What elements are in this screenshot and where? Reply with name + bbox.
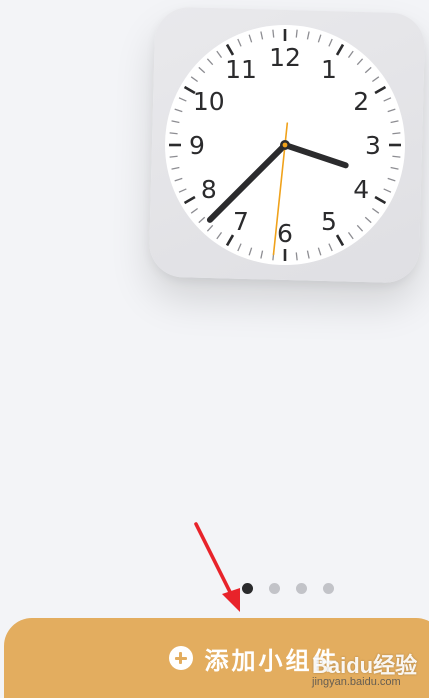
clock-numeral: 10 bbox=[193, 87, 225, 116]
clock-numeral: 2 bbox=[353, 87, 369, 116]
clock-numeral: 6 bbox=[277, 219, 293, 248]
clock-tick bbox=[272, 29, 275, 38]
watermark-url: jingyan.baidu.com bbox=[312, 676, 401, 688]
clock-tick bbox=[295, 252, 298, 261]
clock-numeral: 5 bbox=[321, 207, 337, 236]
clock-numeral: 9 bbox=[189, 131, 205, 160]
clock-numeral: 4 bbox=[353, 175, 369, 204]
clock-numeral: 8 bbox=[201, 175, 217, 204]
page-indicator[interactable] bbox=[242, 583, 334, 594]
clock-center-pin bbox=[282, 142, 288, 148]
page-dot[interactable] bbox=[242, 583, 253, 594]
page-dot[interactable] bbox=[269, 583, 280, 594]
clock-numeral: 3 bbox=[365, 131, 381, 160]
clock-numeral: 12 bbox=[269, 43, 301, 72]
plus-circle-icon bbox=[168, 646, 193, 670]
clock-tick bbox=[392, 132, 401, 135]
red-arrow-annotation bbox=[194, 522, 240, 612]
clock-numeral: 1 bbox=[321, 55, 337, 84]
page-dot[interactable] bbox=[323, 583, 334, 594]
clock-tick bbox=[295, 29, 298, 38]
clock-numeral: 7 bbox=[233, 207, 249, 236]
clock-numeral: 11 bbox=[225, 55, 257, 84]
clock-tick bbox=[169, 155, 178, 158]
analog-clock-face: 12 12 3 45678 9 1011 bbox=[165, 25, 405, 265]
page-dot[interactable] bbox=[296, 583, 307, 594]
clock-tick bbox=[392, 155, 401, 158]
clock-tick bbox=[169, 132, 178, 135]
